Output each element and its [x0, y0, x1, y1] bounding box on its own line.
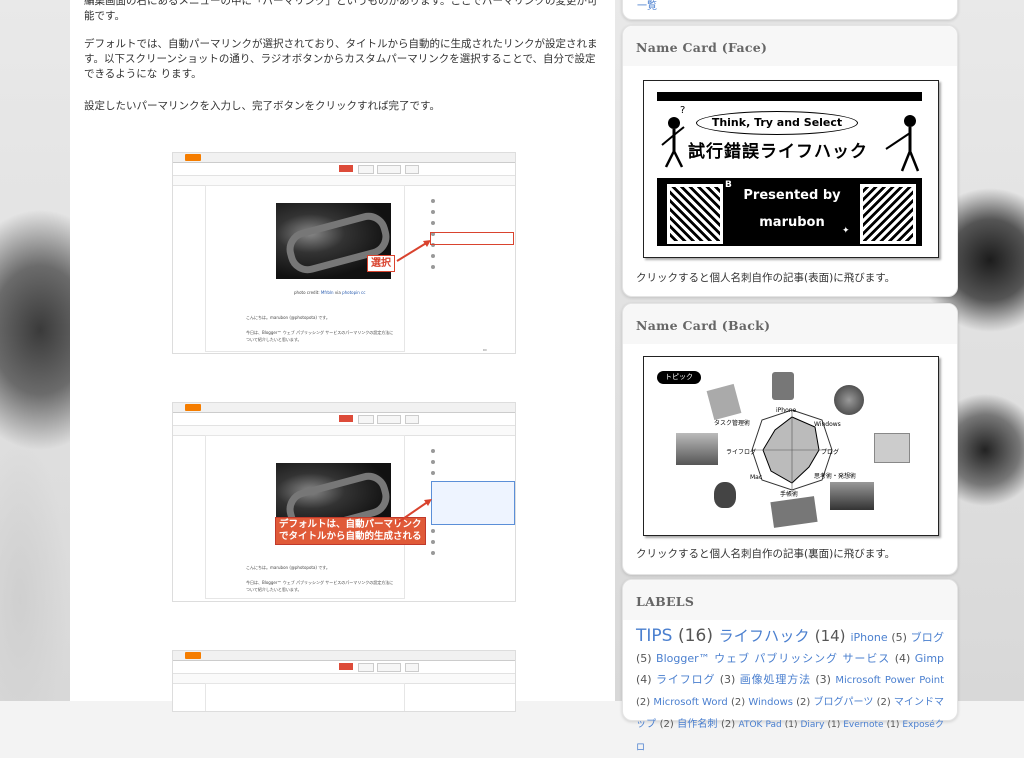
label-link[interactable]: TIPS	[636, 626, 672, 646]
blogger-b-icon: B	[725, 180, 732, 190]
screenshot-permalink-custom[interactable]	[172, 650, 516, 712]
widget-title: Name Card (Back)	[623, 304, 957, 344]
label-cloud: TIPS (16) ライフハック (14) iPhone (5) ブログ (5)…	[623, 620, 957, 758]
apple-icon	[714, 482, 736, 508]
qr-code-icon	[860, 184, 916, 244]
label-count: (2)	[792, 697, 814, 708]
label-link[interactable]: ブログパーツ	[814, 697, 874, 708]
permalink-highlight	[430, 232, 514, 245]
screenshot-permalink-select[interactable]: photo credit: Mfrbln via photopin cc こんに…	[172, 152, 516, 354]
list-link[interactable]: 一覧	[637, 0, 657, 12]
screenshot-permalink-default[interactable]: こんにちは。marubon (@photopota) です。 今日は、Blogg…	[172, 402, 516, 602]
thinking-photo-icon	[830, 482, 874, 510]
label-count: (1)	[883, 720, 903, 730]
label-link[interactable]: Diary	[800, 720, 824, 730]
publish-button	[339, 415, 353, 422]
post-paragraph: 編集画面の右にあるメニューの中に「パーマリンク」というものがあります。ここでパー…	[84, 0, 598, 22]
label-link[interactable]: ライフハック	[719, 627, 810, 645]
notebook-icon	[770, 496, 818, 528]
label-count: (4)	[890, 652, 915, 665]
windows-icon	[834, 385, 864, 415]
blogger-logo-icon	[185, 652, 201, 659]
twitter-bird-icon: ✦	[842, 226, 850, 236]
topic-tag: トピック	[657, 371, 701, 384]
iphone-icon	[772, 372, 794, 400]
widget-title: LABELS	[623, 580, 957, 620]
label-count: (5)	[887, 631, 911, 644]
widget-caption: クリックすると個人名刺自作の記事(裏面)に飛びます。	[636, 548, 896, 560]
qr-code-icon	[667, 184, 723, 244]
permalink-options	[431, 481, 515, 525]
arrow-icon	[396, 240, 431, 262]
label-count: (3)	[811, 673, 836, 686]
select-callout: 選択	[367, 255, 395, 272]
brand-title: 試行錯誤ライフハック	[688, 142, 868, 162]
svg-text:?: ?	[680, 105, 685, 116]
task-icon	[706, 383, 742, 421]
name-card-back-image[interactable]: トピック iPhone Windows タスク管理術 ブログ ライフログ 思考術…	[643, 356, 939, 536]
post-paragraph: 設定したいパーマリンクを入力し、完了ボタンをクリックすれば完了です。	[84, 100, 440, 112]
label-count: (16)	[672, 626, 719, 646]
label-link[interactable]: 自作名刺	[677, 719, 718, 730]
label-link[interactable]: ライフログ	[656, 673, 715, 686]
widget-caption: クリックすると個人名刺自作の記事(表面)に飛びます。	[636, 272, 896, 284]
label-count: (1)	[824, 720, 844, 730]
label-link[interactable]: ATOK Pad	[739, 720, 782, 730]
label-count: (5)	[636, 652, 657, 665]
label-link[interactable]: 画像処理方法	[740, 673, 811, 686]
lifelog-photo-icon	[676, 433, 718, 465]
label-link[interactable]: Microsoft Power Point	[835, 675, 944, 686]
label-count: (2)	[873, 697, 894, 708]
blogger-logo-icon	[185, 404, 201, 411]
label-count: (4)	[636, 673, 656, 686]
widget-previous: 一覧	[622, 0, 958, 20]
label-link[interactable]: Gimp	[915, 652, 944, 665]
label-count: (3)	[715, 673, 740, 686]
widget-name-card-back: Name Card (Back) トピック iPhone Windows タスク…	[622, 303, 958, 575]
label-count: (2)	[636, 697, 654, 708]
pointing-figure-icon	[885, 115, 920, 172]
label-count: (2)	[727, 697, 749, 708]
label-link[interactable]: Windows	[748, 697, 793, 708]
name-card-face-image[interactable]: ? Think, Try and Select 試行錯誤ライフハック Prese…	[643, 80, 939, 258]
label-link[interactable]: Blogger™ ウェブ パブリッシング サービス	[656, 652, 890, 665]
post-paragraph: デフォルトでは、自動パーマリンクが選択されており、タイトルから自動的に生成された…	[84, 38, 598, 80]
widget-labels: LABELS TIPS (16) ライフハック (14) iPhone (5) …	[622, 579, 958, 753]
widget-title: Name Card (Face)	[623, 26, 957, 66]
owner-name: marubon	[759, 215, 825, 230]
blogger-logo-icon	[185, 154, 201, 161]
label-link[interactable]: ブログ	[911, 631, 944, 644]
label-link[interactable]: Microsoft Word	[653, 697, 727, 708]
label-link[interactable]: Evernote	[843, 720, 883, 730]
label-count: (14)	[809, 627, 851, 645]
post-settings-panel	[431, 445, 442, 478]
blog-icon	[874, 433, 910, 463]
label-count: (1)	[781, 720, 801, 730]
slogan-bubble: Think, Try and Select	[696, 111, 858, 135]
label-count: (2)	[717, 719, 739, 730]
publish-button	[339, 663, 353, 670]
label-link[interactable]: iPhone	[850, 631, 887, 644]
widget-name-card-face: Name Card (Face) ? Think, Try and Select…	[622, 25, 958, 297]
arrow-icon	[396, 499, 432, 524]
label-count: (2)	[656, 719, 678, 730]
presented-by-text: Presented by	[743, 188, 841, 203]
publish-button	[339, 165, 353, 172]
